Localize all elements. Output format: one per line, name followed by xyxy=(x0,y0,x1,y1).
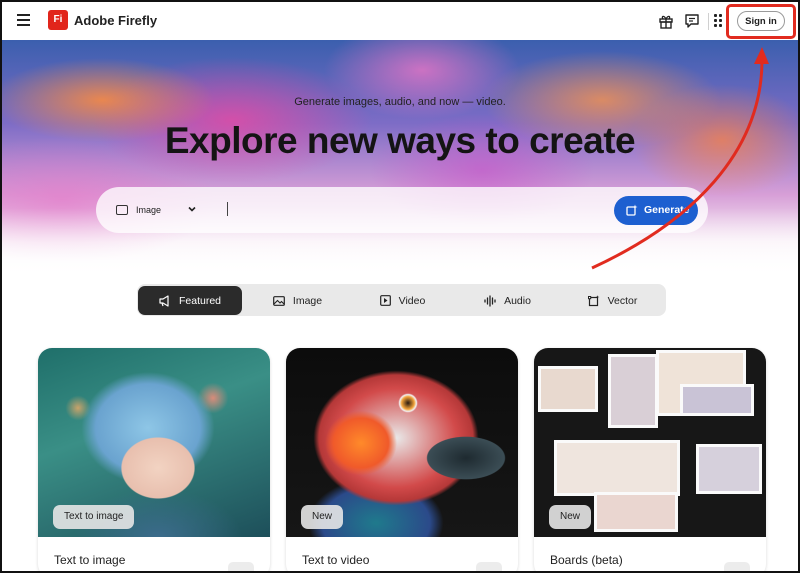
generate-button[interactable]: Generate xyxy=(614,196,698,225)
card-boards[interactable]: New Boards (beta) xyxy=(534,348,766,571)
tab-image[interactable]: Image xyxy=(245,286,350,315)
card-title: Boards (beta) xyxy=(550,553,623,567)
card-action-button[interactable] xyxy=(476,562,502,571)
media-type-label: Image xyxy=(136,205,162,215)
category-tabs: Featured Image Video Audio Vector xyxy=(137,284,666,316)
video-icon xyxy=(379,295,391,306)
image-icon xyxy=(273,295,285,306)
tab-label: Vector xyxy=(607,294,638,307)
app-title[interactable]: Adobe Firefly xyxy=(74,13,157,28)
menu-icon[interactable] xyxy=(17,14,30,26)
card-title: Text to image xyxy=(54,553,126,567)
prompt-bar: Image Generate xyxy=(96,187,708,233)
card-text-to-video[interactable]: New Text to video xyxy=(286,348,518,571)
tab-label: Image xyxy=(292,294,323,307)
feedback-icon[interactable] xyxy=(684,13,700,29)
hero-title: Explore new ways to create xyxy=(164,120,636,161)
header-divider xyxy=(708,13,709,30)
apps-grid-icon[interactable] xyxy=(714,14,724,27)
browser-frame: Fi Adobe Firefly Sign in Generate images… xyxy=(0,0,800,573)
tab-audio[interactable]: Audio xyxy=(455,286,560,315)
sign-in-annotation-box xyxy=(726,4,796,39)
tab-vector[interactable]: Vector xyxy=(560,286,665,315)
image-icon xyxy=(116,205,128,215)
card-badge: New xyxy=(301,505,344,529)
generate-label: Generate xyxy=(644,204,690,216)
top-nav: Fi Adobe Firefly Sign in xyxy=(2,2,798,40)
firefly-logo[interactable]: Fi xyxy=(48,10,68,30)
tab-label: Audio xyxy=(504,294,531,307)
tab-video[interactable]: Video xyxy=(350,286,455,315)
chevron-down-icon[interactable] xyxy=(188,205,196,213)
tab-label: Video xyxy=(398,294,426,307)
gift-icon[interactable] xyxy=(658,13,674,29)
vector-icon xyxy=(587,294,600,306)
card-action-button[interactable] xyxy=(724,562,750,571)
tab-featured[interactable]: Featured xyxy=(138,286,242,315)
card-badge: Text to image xyxy=(53,505,135,529)
card-text-to-image[interactable]: Text to image Text to image xyxy=(38,348,270,571)
megaphone-icon xyxy=(159,294,169,307)
generate-icon xyxy=(626,204,638,216)
media-type-select[interactable]: Image xyxy=(116,202,161,218)
card-title: Text to video xyxy=(302,553,370,567)
card-badge: New xyxy=(549,505,592,529)
audio-icon xyxy=(484,294,496,307)
tab-label: Featured xyxy=(178,294,222,307)
hero-banner: Generate images, audio, and now — video.… xyxy=(2,40,798,278)
card-action-button[interactable] xyxy=(228,562,254,571)
hero-subtitle: Generate images, audio, and now — video. xyxy=(294,96,506,108)
prompt-input[interactable] xyxy=(227,202,228,216)
